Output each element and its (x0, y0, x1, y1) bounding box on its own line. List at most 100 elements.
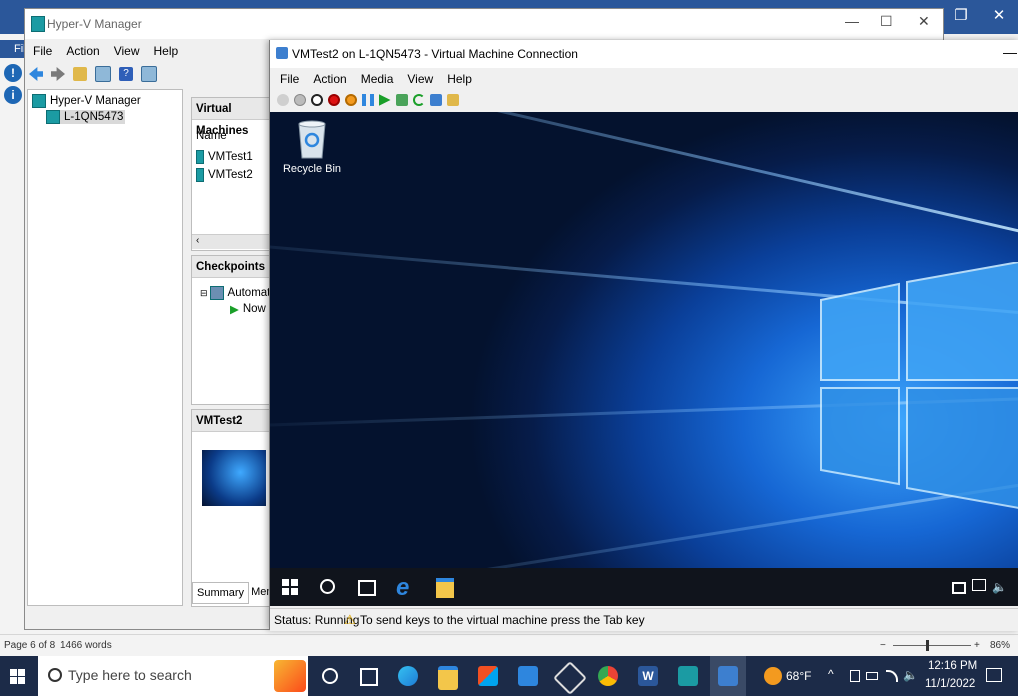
restore-icon[interactable]: ❐ (942, 0, 980, 30)
up-folder-icon[interactable] (73, 67, 87, 81)
notifications-icon[interactable] (986, 668, 1002, 682)
close-icon[interactable]: ✕ (980, 0, 1018, 30)
checkpoint-icon (209, 286, 224, 300)
window-title: VMTest2 on L-1QN5473 - Virtual Machine C… (292, 47, 578, 61)
maximize-icon[interactable]: ☐ (880, 13, 893, 30)
checkpoint-icon[interactable] (395, 94, 408, 106)
app-cube-icon[interactable] (553, 661, 587, 695)
resume-icon[interactable] (378, 94, 391, 106)
window-title: Hyper-V Manager (47, 17, 142, 31)
file-explorer-icon[interactable] (438, 666, 458, 690)
menu-media[interactable]: Media (361, 72, 394, 86)
word-side-icons: ! i (0, 60, 26, 116)
turn-off-icon[interactable] (310, 94, 323, 106)
vm-task-view-icon[interactable] (358, 580, 376, 596)
save-state-icon[interactable] (344, 94, 357, 106)
task-view-icon[interactable] (360, 668, 378, 686)
battery-icon[interactable] (866, 672, 878, 680)
tree-item-server[interactable]: L-1QN5473 (46, 110, 126, 124)
zoom-level[interactable]: 86% (990, 640, 1010, 651)
minimize-icon[interactable]: — (1003, 44, 1017, 60)
column-header-name[interactable]: Name (196, 130, 227, 142)
menu-help[interactable]: Help (154, 44, 179, 58)
show-hide-tree-icon[interactable] (95, 66, 111, 82)
start-icon[interactable] (293, 94, 306, 106)
table-row[interactable]: VMTest1 (196, 150, 253, 164)
checkpoint-label: Now (242, 303, 266, 315)
hyperv-manager-taskbar-icon[interactable] (678, 666, 698, 686)
close-icon[interactable]: ✕ (918, 13, 930, 30)
menu-action[interactable]: Action (66, 44, 99, 58)
table-row[interactable]: VMTest2 (196, 168, 253, 182)
tree-item-root[interactable]: Hyper-V Manager (32, 94, 141, 108)
info-icon[interactable]: i (4, 86, 22, 104)
vm-connection-window: VMTest2 on L-1QN5473 - Virtual Machine C… (269, 40, 1018, 631)
wifi-icon[interactable] (886, 670, 898, 682)
vm-connection-app-icon (276, 47, 288, 59)
vm-connection-taskbar-button[interactable] (710, 656, 746, 696)
menu-action[interactable]: Action (313, 72, 346, 86)
share-icon[interactable] (446, 94, 459, 106)
weather-icon[interactable] (764, 667, 782, 685)
horizontal-scrollbar[interactable]: ‹ (192, 234, 272, 249)
volume-icon[interactable]: 🔈 (903, 668, 918, 682)
zoom-slider-thumb[interactable] (926, 640, 929, 651)
vm-guest-desktop[interactable]: Recycle Bin (270, 112, 1018, 568)
vm-edge-icon[interactable]: e (396, 574, 409, 602)
menu-view[interactable]: View (407, 72, 433, 86)
help-icon[interactable]: ? (119, 67, 133, 81)
scroll-left-icon[interactable]: ‹ (196, 235, 199, 246)
menu-help[interactable]: Help (447, 72, 472, 86)
checkpoint-item[interactable]: ⊟ Automatic (200, 286, 279, 300)
play-icon: ▶ (230, 304, 239, 316)
search-highlight-image[interactable] (274, 660, 306, 692)
enhanced-session-icon[interactable] (429, 94, 442, 106)
edge-icon[interactable] (398, 666, 418, 686)
menu-file[interactable]: File (33, 44, 52, 58)
chrome-icon[interactable] (598, 666, 618, 686)
revert-icon[interactable] (412, 94, 425, 106)
vm-search-icon[interactable] (320, 579, 335, 594)
clock-date[interactable]: 11/1/2022 (925, 678, 975, 690)
menu-bar: File Action View Help (25, 41, 285, 61)
forward-arrow-icon[interactable] (51, 67, 65, 81)
weather-temp[interactable]: 68°F (786, 669, 811, 683)
pause-icon[interactable] (361, 94, 374, 106)
ctrl-alt-del-icon[interactable] (276, 94, 289, 106)
meet-now-icon[interactable] (850, 670, 860, 682)
shield-icon[interactable]: ! (4, 64, 22, 82)
virtual-machines-panel: Virtual Machines Name VMTest1 VMTest2 ‹ (191, 97, 273, 251)
minimize-icon[interactable]: — (845, 13, 859, 29)
collapse-icon[interactable]: ⊟ (200, 288, 208, 299)
tree-root-label: Hyper-V Manager (50, 95, 141, 107)
shutdown-icon[interactable] (327, 94, 340, 106)
start-icon[interactable] (10, 669, 25, 684)
mail-icon[interactable] (518, 666, 538, 686)
page-count: Page 6 of 8 (4, 640, 56, 651)
vm-start-icon[interactable] (282, 579, 298, 595)
vm-name: VMTest2 (208, 169, 253, 181)
vm-network-icon[interactable] (972, 579, 986, 591)
recycle-bin-desktop-icon[interactable]: Recycle Bin (280, 118, 344, 175)
vm-file-explorer-icon[interactable] (436, 578, 454, 598)
back-arrow-icon[interactable] (29, 67, 43, 81)
clock-time[interactable]: 12:16 PM (928, 660, 977, 672)
vm-thumbnail (202, 450, 266, 506)
menu-view[interactable]: View (114, 44, 140, 58)
light-beam (270, 112, 1018, 235)
menu-file[interactable]: File (280, 72, 299, 86)
checkpoint-now[interactable]: ▶ Now (230, 302, 266, 316)
action-pane-icon[interactable] (141, 66, 157, 82)
tab-summary[interactable]: Summary (192, 582, 250, 604)
zoom-out-button[interactable]: − (880, 640, 886, 651)
vm-guest-taskbar: e 🔈 (270, 568, 1018, 606)
taskbar-search-box[interactable]: Type here to search (38, 656, 308, 696)
word-icon[interactable]: W (638, 666, 658, 686)
cortana-icon[interactable] (322, 668, 338, 684)
chevron-up-icon[interactable]: ^ (828, 667, 834, 681)
store-icon[interactable] (478, 666, 498, 686)
zoom-in-button[interactable]: + (974, 640, 980, 651)
zoom-slider[interactable] (893, 645, 971, 646)
vm-volume-icon[interactable]: 🔈 (992, 580, 1007, 594)
menu-bar: File Action Media View Help (270, 70, 1018, 88)
